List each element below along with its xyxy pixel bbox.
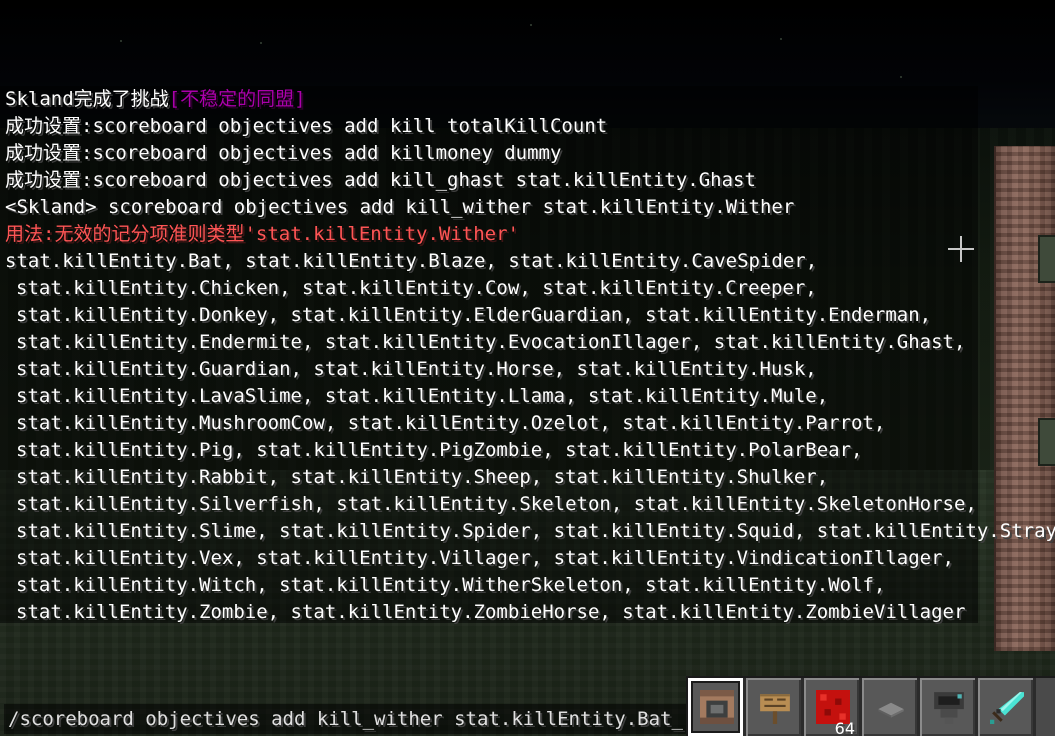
star: [260, 42, 262, 44]
achievement-player-text: Skland完成了挑战: [5, 88, 169, 110]
command-input[interactable]: /scoreboard objectives add kill_wither s…: [4, 704, 688, 734]
chat-line-criteria-list: stat.killEntity.Silverfish, stat.killEnt…: [16, 493, 977, 515]
chat-line: 成功设置:scoreboard objectives add kill tota…: [5, 115, 608, 137]
stone-pressure-plate-icon: [878, 702, 904, 718]
chat-panel: Skland完成了挑战[不稳定的同盟] 成功设置:scoreboard obje…: [0, 86, 1055, 623]
hotbar[interactable]: 64: [686, 676, 1055, 736]
chat-line-criteria-list: stat.killEntity.Witch, stat.killEntity.W…: [16, 574, 886, 596]
pillar-texture-mark: [1038, 418, 1055, 466]
hotbar-slot-2[interactable]: [746, 678, 804, 736]
chat-line: 成功设置:scoreboard objectives add kill_ghas…: [5, 169, 756, 191]
pillar-texture-mark: [1038, 235, 1055, 283]
chat-line-achievement: Skland完成了挑战[不稳定的同盟]: [5, 86, 306, 113]
chat-line-criteria-list: stat.killEntity.Pig, stat.killEntity.Pig…: [16, 439, 863, 461]
item-count: 64: [834, 719, 855, 736]
hotbar-slot-4[interactable]: [862, 678, 920, 736]
star: [120, 40, 122, 42]
command-block-pillar[interactable]: [994, 146, 1055, 651]
star: [530, 24, 532, 26]
chat-line-criteria-list: stat.killEntity.Chicken, stat.killEntity…: [16, 277, 817, 299]
chat-line-criteria-list: stat.killEntity.Slime, stat.killEntity.S…: [16, 520, 1055, 542]
command-block-icon: [700, 690, 734, 724]
chat-line-criteria-list: stat.killEntity.Vex, stat.killEntity.Vil…: [16, 547, 954, 569]
chat-line: 成功设置:scoreboard objectives add killmoney…: [5, 142, 562, 164]
diamond-sword-icon: [990, 692, 1024, 724]
chat-line-criteria-list: stat.killEntity.Rabbit, stat.killEntity.…: [16, 466, 829, 488]
chat-line-error: 用法:无效的记分项准则类型'stat.killEntity.Wither': [5, 223, 519, 245]
chat-line-criteria-list: stat.killEntity.Zombie, stat.killEntity.…: [16, 601, 966, 623]
crosshair-icon: [948, 236, 974, 262]
chat-line-criteria-list: stat.killEntity.Donkey, stat.killEntity.…: [16, 304, 932, 326]
chat-line-criteria-list: stat.killEntity.Guardian, stat.killEntit…: [16, 358, 817, 380]
chat-line-criteria-list: stat.killEntity.MushroomCow, stat.killEn…: [16, 412, 886, 434]
sign-icon: [760, 694, 790, 724]
hotbar-slot-1[interactable]: [688, 678, 746, 736]
hotbar-slot-5[interactable]: [920, 678, 978, 736]
star: [780, 38, 782, 40]
hotbar-slot-6[interactable]: [978, 678, 1036, 736]
chat-line-criteria-list: stat.killEntity.Bat, stat.killEntity.Bla…: [5, 250, 818, 272]
star: [900, 76, 902, 78]
chat-line-criteria-list: stat.killEntity.LavaSlime, stat.killEnti…: [16, 385, 829, 407]
hopper-icon: [934, 692, 964, 724]
achievement-name: [不稳定的同盟]: [168, 88, 306, 110]
hotbar-slot-3[interactable]: 64: [804, 678, 862, 736]
chat-line-player-message: <Skland> scoreboard objectives add kill_…: [5, 196, 795, 218]
game-viewport[interactable]: Skland完成了挑战[不稳定的同盟] 成功设置:scoreboard obje…: [0, 0, 1055, 736]
chat-line-criteria-list: stat.killEntity.Endermite, stat.killEnti…: [16, 331, 966, 353]
